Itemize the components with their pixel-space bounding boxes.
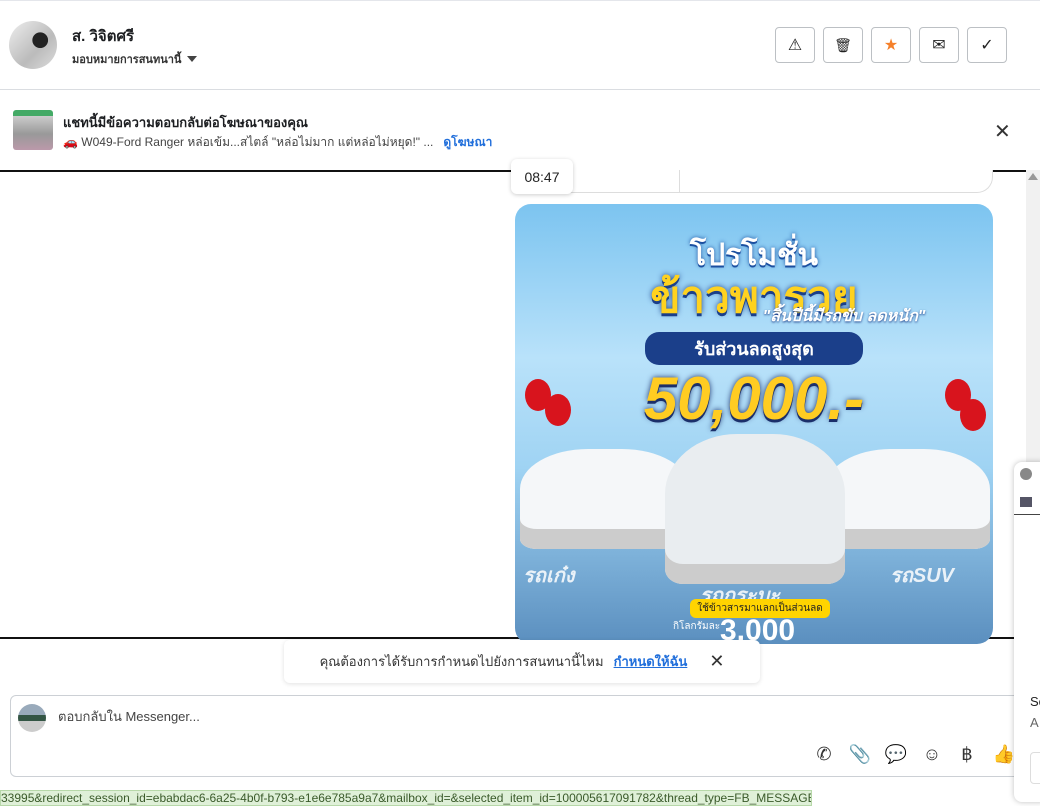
saved-reply-icon[interactable]: 💬 [884,744,908,765]
ad-banner-subtitle: 🚗 W049-Ford Ranger หล่อเข้ม...สไตล์ "หล่… [63,133,492,152]
promo-line4: รับส่วนลดสูงสุด [645,332,863,365]
done-button[interactable]: ✓ [967,27,1007,63]
side-popup[interactable]: Sc A [1014,462,1040,802]
balloon [545,394,571,426]
status-url-bar: 33995&redirect_session_id=ebabdac6-6a25-… [0,790,812,806]
star-icon: ★ [883,37,899,54]
emoji-icon[interactable]: ☺ [920,744,944,765]
divider [1014,514,1040,515]
popup-line1: Sc [1030,694,1040,709]
suv-label: รถSUV [890,565,954,587]
sedan-label: รถเก๋ง [523,565,575,587]
close-icon[interactable]: ✕ [994,119,1011,144]
report-button[interactable]: ⚠ [775,27,815,63]
assign-dropdown[interactable]: มอบหมายการสนทนานี้ [72,50,198,68]
attach-icon[interactable]: 📎 [848,744,872,765]
popup-thumbnail [1020,497,1032,507]
ad-name: 🚗 W049-Ford Ranger หล่อเข้ม...สไตล์ "หล่… [63,135,434,149]
caret-down-icon [187,56,198,62]
like-icon[interactable]: 👍 [992,744,1016,765]
scroll-up-arrow-icon[interactable] [1028,173,1038,180]
contact-name[interactable]: ส. วิจิตศรี [72,24,134,48]
popup-avatar [1020,468,1032,480]
promo-line3: "สิ้นปีนี้มีรถขับ ลดหนัก" [762,308,926,325]
promo-amount: 50,000.- [643,365,865,432]
reply-composer [10,695,1030,777]
payment-icon[interactable]: ฿ [955,744,979,765]
pickup-car [665,434,845,584]
balloon [960,399,986,431]
warning-icon: ⚠ [787,37,803,54]
check-icon: ✓ [980,37,994,54]
reply-input[interactable] [58,709,758,724]
trash-icon: 🗑 [834,36,852,53]
delete-button[interactable]: 🗑 [823,27,863,63]
suv-car [825,449,990,549]
view-ad-link[interactable]: ดูโฆษณา [443,133,492,152]
close-icon[interactable]: ✕ [709,651,724,672]
ad-banner-title: แชทนี้มีข้อความตอบกลับต่อโฆษณาของคุณ [63,115,308,130]
timestamp-tooltip: 08:47 [511,159,573,194]
assign-label: มอบหมายการสนทนานี้ [72,54,182,66]
assign-to-me-link[interactable]: กำหนดให้ฉัน [614,651,688,672]
ad-thumbnail [13,110,53,150]
assign-notice: คุณต้องการได้รับการกำหนดไปยังการสนทนานี้… [284,640,760,683]
star-button[interactable]: ★ [871,27,911,63]
envelope-icon: ✉ [932,37,946,54]
page-avatar [18,704,46,732]
call-icon[interactable]: ✆ [812,744,836,765]
promo-image-message[interactable]: โปรโมชั่น ข้าวพารวย "สิ้นปีนี้มีรถขับ ลด… [515,204,993,644]
mark-unread-button[interactable]: ✉ [919,27,959,63]
popup-button[interactable] [1030,752,1040,784]
promo-per-kg: กิโลกรัมละ [673,621,721,632]
previous-message-bubble [540,170,993,193]
contact-avatar[interactable] [9,21,57,69]
popup-line2: A [1030,715,1039,730]
notice-text: คุณต้องการได้รับการกำหนดไปยังการสนทนานี้… [319,654,604,669]
